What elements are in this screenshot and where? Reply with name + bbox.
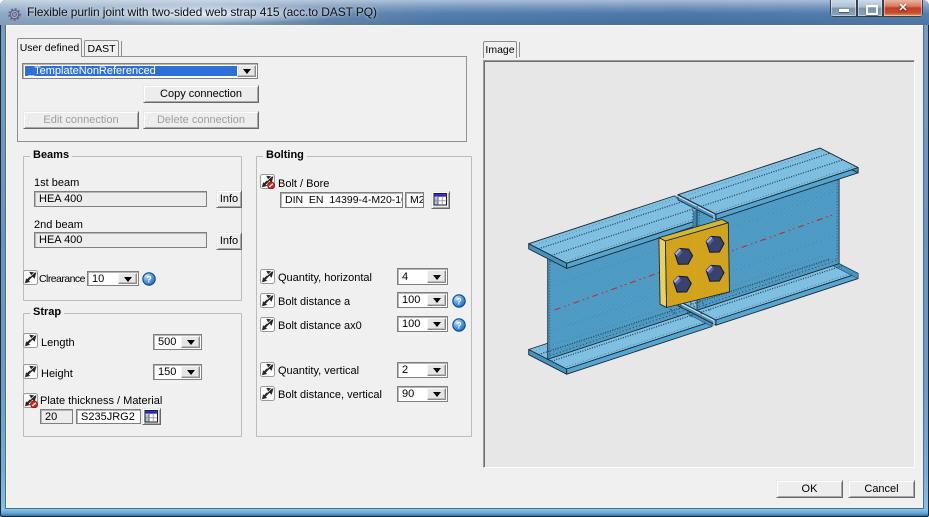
svg-text:?: ? <box>456 296 462 306</box>
svg-text:?: ? <box>146 274 152 284</box>
svg-text:?: ? <box>456 320 462 330</box>
